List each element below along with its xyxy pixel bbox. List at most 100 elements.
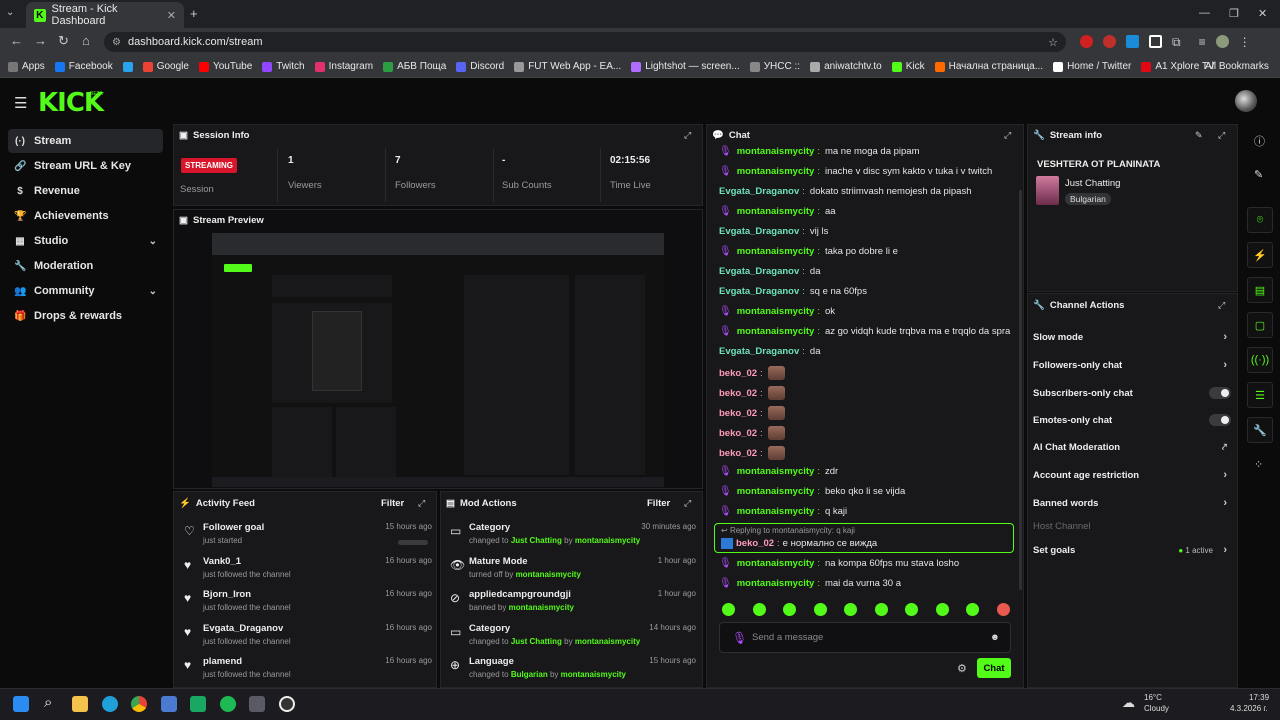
- emote-shortcut-icon[interactable]: [813, 603, 827, 616]
- edge-icon[interactable]: [102, 696, 118, 712]
- stream-category[interactable]: Just Chatting: [1065, 178, 1120, 189]
- channel-action-followers-only-chat[interactable]: Followers-only chat ›: [1033, 355, 1231, 375]
- chat-settings-gear-icon[interactable]: ⚙: [957, 662, 967, 675]
- rail-bolt-icon[interactable]: ⚡: [1247, 242, 1273, 268]
- activity-filter-button[interactable]: Filter: [381, 498, 404, 509]
- bookmark-item[interactable]: Twitch: [262, 61, 305, 72]
- chat-username[interactable]: montanaismycity: [737, 166, 815, 177]
- channel-action-slow-mode[interactable]: Slow mode ›: [1033, 327, 1231, 347]
- tab-list-chevron-icon[interactable]: ⌄: [6, 7, 14, 18]
- chat-username[interactable]: montanaismycity: [737, 578, 815, 589]
- extension-icon[interactable]: [1103, 35, 1116, 48]
- rail-chat-icon[interactable]: ▢: [1247, 312, 1273, 338]
- bookmark-item[interactable]: Kick: [891, 61, 925, 72]
- bookmark-item[interactable]: Начална страница...: [934, 61, 1043, 72]
- chat-username[interactable]: montanaismycity: [737, 246, 815, 257]
- windows-start-icon[interactable]: [13, 696, 29, 712]
- popout-icon[interactable]: ⤢: [418, 498, 425, 509]
- category-thumbnail[interactable]: [1036, 176, 1059, 205]
- mod-action-highlight[interactable]: Just Chatting: [511, 637, 562, 646]
- bookmark-item[interactable]: Lightshot — screen...: [631, 61, 740, 72]
- reading-list-icon[interactable]: ≡: [1199, 35, 1206, 50]
- edit-icon[interactable]: ✎: [1254, 168, 1263, 181]
- popout-icon[interactable]: ⤢: [684, 498, 691, 509]
- popout-icon[interactable]: ⤢: [1004, 130, 1011, 141]
- file-explorer-icon[interactable]: [72, 696, 88, 712]
- chat-username[interactable]: montanaismycity: [737, 306, 815, 317]
- sidebar-item-revenue[interactable]: $ Revenue: [8, 179, 163, 203]
- mod-action-user[interactable]: montanaismycity: [575, 637, 640, 646]
- spotify-icon[interactable]: [220, 696, 236, 712]
- bookmark-item[interactable]: [122, 61, 133, 72]
- extension-icon[interactable]: [1126, 35, 1139, 48]
- emote-shortcut-icon[interactable]: [783, 603, 796, 616]
- rail-camera-icon[interactable]: ⌾: [1247, 207, 1273, 233]
- emote-shortcut-icon[interactable]: [905, 603, 918, 616]
- clock-time[interactable]: 17:39: [1249, 693, 1269, 702]
- bookmark-item[interactable]: A1 Xplore TV: [1141, 61, 1215, 72]
- stream-preview-video[interactable]: [212, 233, 664, 487]
- site-info-icon[interactable]: ⚙: [112, 37, 121, 48]
- sidebar-item-stream[interactable]: (·) Stream: [8, 129, 163, 153]
- chat-username[interactable]: Evgata_Draganov: [719, 186, 799, 197]
- emote-shortcut-icon[interactable]: [752, 603, 766, 616]
- minimize-icon[interactable]: —: [1199, 7, 1210, 19]
- rail-list-icon[interactable]: ☰: [1247, 382, 1273, 408]
- chat-username[interactable]: Evgata_Draganov: [719, 266, 799, 277]
- app-icon[interactable]: [190, 696, 206, 712]
- search-icon[interactable]: ⌕: [44, 694, 52, 711]
- calculator-icon[interactable]: [249, 696, 265, 712]
- emote-shortcut-icon[interactable]: [935, 603, 949, 616]
- sidebar-item-studio[interactable]: ▦ Studio ⌄: [8, 229, 163, 253]
- sidebar-item-moderation[interactable]: 🔧 Moderation: [8, 254, 163, 278]
- chat-username[interactable]: beko_02: [719, 428, 757, 439]
- tab-close-icon[interactable]: ✕: [167, 9, 176, 22]
- emote-shortcut-icon[interactable]: [996, 603, 1010, 616]
- sidebar-item-stream-url-key[interactable]: 🔗 Stream URL & Key: [8, 154, 163, 178]
- channel-action-banned-words[interactable]: Banned words ›: [1033, 493, 1231, 513]
- popout-icon[interactable]: ⤢: [1218, 130, 1225, 141]
- chat-input[interactable]: 🎙 Send a message ☻: [719, 622, 1011, 653]
- chat-username[interactable]: beko_02: [719, 368, 757, 379]
- bookmark-item[interactable]: aniwatchtv.to: [810, 61, 882, 72]
- mod-action-highlight[interactable]: Just Chatting: [511, 536, 562, 545]
- chat-username[interactable]: montanaismycity: [737, 146, 815, 157]
- chat-username[interactable]: beko_02: [719, 448, 757, 459]
- chat-send-button[interactable]: Chat: [977, 658, 1011, 678]
- profile-icon[interactable]: [1215, 35, 1229, 48]
- user-avatar[interactable]: [1235, 90, 1257, 112]
- chat-username[interactable]: montanaismycity: [737, 466, 815, 477]
- bookmark-item[interactable]: Instagram: [314, 61, 373, 72]
- rail-broadcast-icon[interactable]: ((·)): [1247, 347, 1273, 373]
- channel-action-set-goals[interactable]: Set goals › ● 1 active: [1033, 540, 1231, 560]
- channel-action-account-age-restriction[interactable]: Account age restriction ›: [1033, 465, 1231, 485]
- chat-username[interactable]: montanaismycity: [737, 506, 815, 517]
- url-field[interactable]: ⚙ dashboard.kick.com/stream ☆: [104, 32, 1066, 52]
- home-icon[interactable]: ⌂: [82, 33, 90, 48]
- chat-scrollbar[interactable]: [1019, 190, 1022, 590]
- channel-action-subscribers-only-chat[interactable]: Subscribers-only chat: [1033, 383, 1231, 403]
- mod-action-user[interactable]: montanaismycity: [561, 670, 626, 679]
- emote-shortcut-icon[interactable]: [722, 603, 735, 616]
- sidebar-item-drops-rewards[interactable]: 🎁 Drops & rewards: [8, 304, 163, 328]
- toggle-switch[interactable]: [1209, 387, 1231, 399]
- obs-icon[interactable]: [279, 696, 295, 712]
- reload-icon[interactable]: ↻: [58, 33, 69, 49]
- app-icon[interactable]: [161, 696, 177, 712]
- browser-tab-active[interactable]: K Stream - Kick Dashboard ✕: [26, 2, 184, 28]
- emoji-icon[interactable]: ☻: [990, 632, 1000, 643]
- all-bookmarks[interactable]: All Bookmarks: [1205, 61, 1269, 72]
- chrome-icon[interactable]: [131, 696, 147, 712]
- bookmark-item[interactable]: Apps: [8, 61, 45, 72]
- extension-icon[interactable]: [1149, 35, 1162, 48]
- emote-shortcut-icon[interactable]: [874, 603, 888, 616]
- menu-dots-icon[interactable]: ⋮: [1239, 35, 1251, 50]
- weather-temp[interactable]: 16°C: [1144, 693, 1162, 702]
- chat-username[interactable]: beko_02: [736, 538, 774, 549]
- mod-action-user[interactable]: montanaismycity: [516, 570, 581, 579]
- chat-username[interactable]: montanaismycity: [737, 558, 815, 569]
- bookmark-item[interactable]: Home / Twitter: [1053, 61, 1131, 72]
- mod-action-user[interactable]: montanaismycity: [575, 536, 640, 545]
- bookmark-item[interactable]: АБВ Поща: [383, 61, 446, 72]
- chat-username[interactable]: beko_02: [719, 408, 757, 419]
